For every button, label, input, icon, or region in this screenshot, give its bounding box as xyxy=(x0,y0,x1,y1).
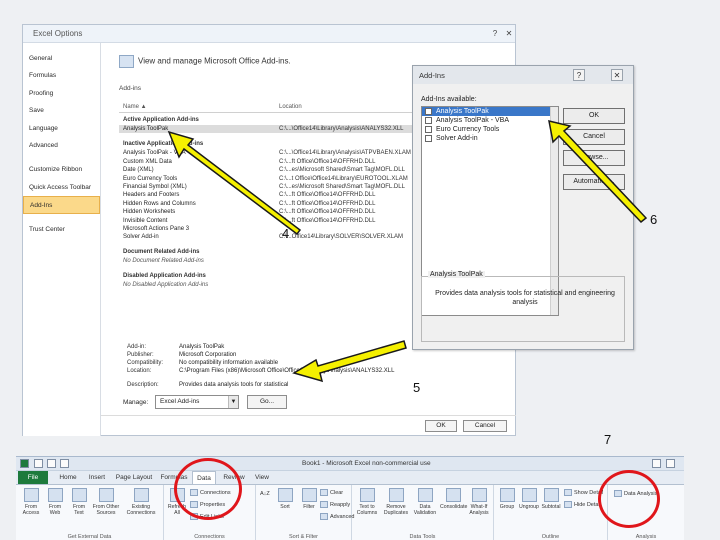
step-number-6: 6 xyxy=(650,212,658,227)
step-number-4: 4 xyxy=(282,226,290,241)
highlight-data-tab xyxy=(174,458,242,520)
arrow-step-4 xyxy=(167,130,302,236)
highlight-data-analysis xyxy=(598,470,660,528)
step-number-7: 7 xyxy=(604,432,612,447)
arrow-step-6 xyxy=(548,120,648,224)
step-number-5: 5 xyxy=(413,380,421,395)
arrow-step-5 xyxy=(292,340,407,383)
annotation-arrows xyxy=(167,120,648,383)
